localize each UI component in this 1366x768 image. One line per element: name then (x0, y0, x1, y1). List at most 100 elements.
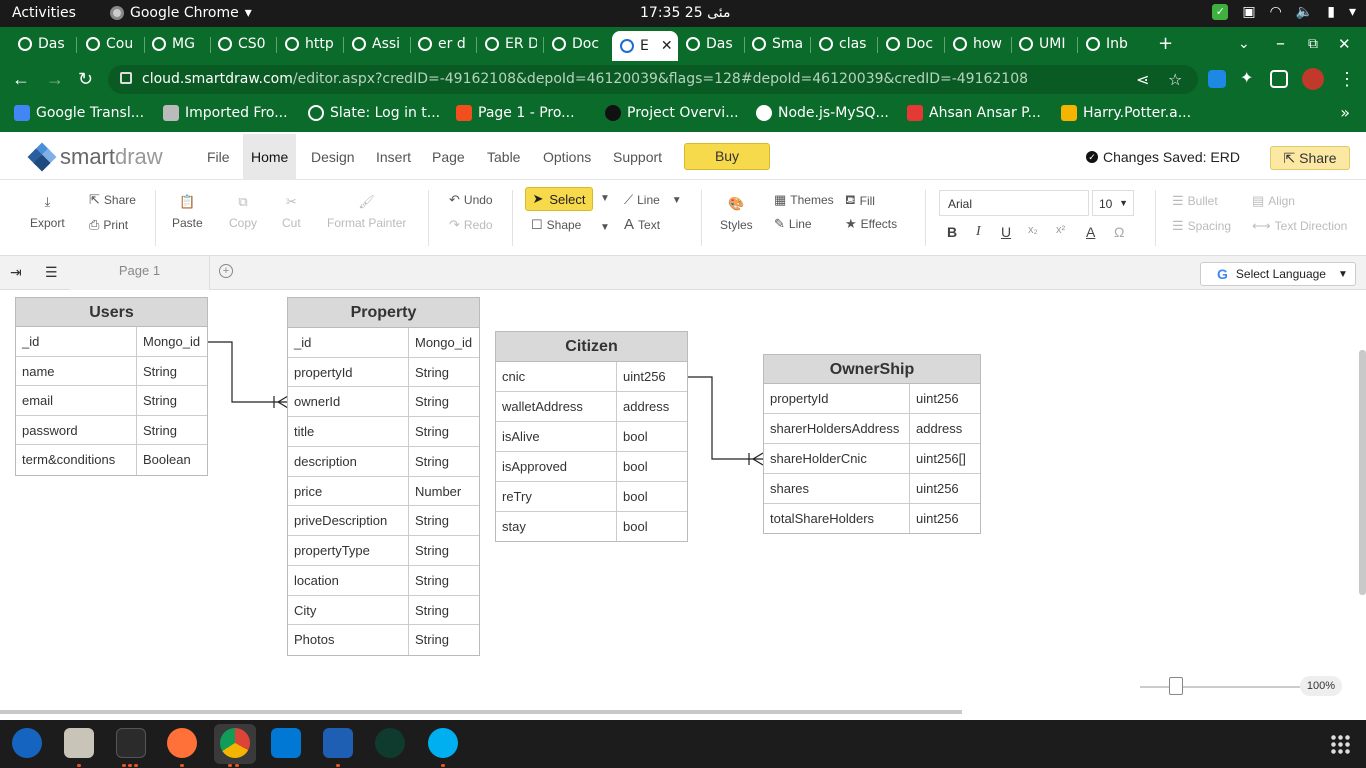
buy-button[interactable]: Buy (684, 143, 770, 170)
table-row[interactable]: shares uint256 (764, 474, 980, 504)
text-direction-button[interactable]: ⟷ Text Direction (1252, 218, 1347, 234)
themes-button[interactable]: ▦ Themes (774, 192, 834, 208)
browser-tab[interactable]: ER D (485, 33, 537, 55)
table-row[interactable]: City String (288, 596, 479, 625)
vertical-scrollbar[interactable] (1359, 350, 1366, 595)
table-row[interactable]: reTry bool (496, 482, 687, 512)
table-row[interactable]: shareHolderCnic uint256[] (764, 444, 980, 474)
forward-icon[interactable]: → (46, 69, 64, 90)
font-family-select[interactable]: Arial (939, 190, 1089, 216)
bookmark-item[interactable]: Page 1 - Pro... (456, 105, 575, 121)
browser-tab[interactable]: UMI (1019, 33, 1071, 55)
smartdraw-logo[interactable]: smartdraw (27, 142, 163, 172)
bold-icon[interactable]: B (947, 224, 957, 240)
app-menu[interactable]: Google Chrome ▾ (110, 5, 252, 21)
new-tab-icon[interactable]: + (1158, 33, 1173, 54)
system-tray[interactable]: ✓ ▣ ◠ 🔈 ▮ ▾ (1212, 4, 1356, 20)
reload-icon[interactable]: ↻ (78, 69, 93, 90)
table-row[interactable]: ownerId String (288, 387, 479, 417)
superscript-icon[interactable]: x² (1056, 224, 1065, 236)
entity-ownership[interactable]: OwnerShip propertyId uint256 sharerHolder… (763, 354, 981, 534)
share-button[interactable]: ⇱ Share (1270, 146, 1350, 170)
menu-support[interactable]: Support (605, 134, 670, 180)
address-bar[interactable]: cloud.smartdraw.com/editor.aspx?credID=-… (108, 65, 1198, 94)
screenshot-icon[interactable]: ▣ (1242, 4, 1255, 20)
close-tab-icon[interactable]: ✕ (661, 38, 673, 54)
undo-button[interactable]: ↶ Undo (449, 192, 493, 208)
page-list-icon[interactable]: ☰ (45, 264, 58, 281)
format-painter-button[interactable]: 🖌 Format Painter (327, 194, 406, 230)
print-button[interactable]: ⎙ Print (89, 217, 128, 233)
browser-tab[interactable]: MG (152, 33, 204, 55)
shape-dropdown-icon[interactable]: ▼ (600, 222, 610, 233)
files-icon[interactable] (64, 728, 94, 758)
firefox-icon[interactable] (167, 728, 197, 758)
browser-tab[interactable]: Das (18, 33, 70, 55)
copy-button[interactable]: ⧉ Copy (229, 194, 257, 230)
browser-tab[interactable]: Doc (886, 33, 938, 55)
browser-tab[interactable]: er d (418, 33, 470, 55)
menu-file[interactable]: File (199, 134, 238, 180)
italic-icon[interactable]: I (976, 224, 981, 240)
table-row[interactable]: price Number (288, 477, 479, 506)
entity-users[interactable]: Users _id Mongo_id name String email String… (15, 297, 208, 476)
browser-tab[interactable]: Doc (552, 33, 604, 55)
line-style-button[interactable]: ✎ Line (774, 216, 812, 232)
styles-button[interactable]: 🎨 Styles (720, 196, 753, 232)
entity-citizen[interactable]: Citizen cnic uint256 walletAddress address… (495, 331, 688, 542)
table-row[interactable]: isAlive bool (496, 422, 687, 452)
restore-icon[interactable]: ⧉ (1308, 36, 1318, 52)
citizen-ownership-connector[interactable] (688, 376, 763, 460)
browser-tab[interactable]: Inb (1086, 33, 1138, 55)
menu-design[interactable]: Design (303, 134, 363, 180)
eclipse-icon[interactable] (12, 728, 42, 758)
bullet-button[interactable]: ☰ Bullet (1172, 193, 1218, 209)
select-dropdown-icon[interactable]: ▼ (600, 193, 610, 204)
browser-tab-active[interactable]: E ✕ (612, 31, 678, 61)
table-row[interactable]: password String (16, 416, 207, 445)
users-property-connector[interactable] (208, 341, 288, 403)
redo-button[interactable]: ↷ Redo (449, 217, 493, 233)
browser-tab[interactable]: Sma (752, 33, 804, 55)
collapse-panel-icon[interactable]: ⇥ (10, 264, 22, 281)
browser-tab[interactable]: Assi (352, 33, 404, 55)
update-icon[interactable]: ✓ (1212, 4, 1229, 20)
table-row[interactable]: name String (16, 357, 207, 386)
browser-tab[interactable]: Cou (86, 33, 138, 55)
menu-options[interactable]: Options (535, 134, 599, 180)
menu-home[interactable]: Home (243, 134, 297, 180)
paste-button[interactable]: 📋 Paste (172, 194, 203, 230)
line-dropdown-icon[interactable]: ▼ (672, 195, 682, 206)
close-window-icon[interactable]: ✕ (1338, 35, 1351, 53)
extension-icon[interactable] (1208, 70, 1226, 88)
zoom-level[interactable]: 100% (1300, 676, 1342, 696)
avatar[interactable] (1302, 68, 1324, 90)
minimize-icon[interactable]: – (1276, 33, 1285, 54)
fill-button[interactable]: ⛾ Fill (845, 192, 875, 210)
entity-property[interactable]: Property _id Mongo_id propertyId String ow… (287, 297, 480, 656)
table-row[interactable]: location String (288, 566, 479, 596)
table-row[interactable]: description String (288, 447, 479, 477)
side-panel-icon[interactable] (1270, 70, 1288, 88)
table-row[interactable]: sharerHoldersAddress address (764, 414, 980, 444)
skype-icon[interactable] (428, 728, 458, 758)
language-select[interactable]: G Select Language ▼ (1200, 262, 1356, 286)
export-button[interactable]: ⤓ Export (30, 194, 65, 230)
table-row[interactable]: term&conditions Boolean (16, 445, 207, 475)
tab-search-icon[interactable]: ⌄ (1238, 36, 1250, 52)
align-button[interactable]: ▤ Align (1252, 193, 1295, 209)
browser-tab[interactable]: CS0 (218, 33, 270, 55)
zoom-slider-track[interactable] (1140, 686, 1300, 688)
show-apps-icon[interactable] (1330, 734, 1350, 754)
clock[interactable]: 17:35 25 مئی (640, 5, 730, 21)
bookmark-star-icon[interactable]: ☆ (1168, 70, 1182, 89)
browser-tab[interactable]: how (953, 33, 1005, 55)
zoom-slider-handle[interactable] (1169, 677, 1183, 695)
chrome-icon[interactable] (220, 728, 250, 758)
special-character-icon[interactable]: Ω (1114, 224, 1124, 240)
terminal-icon[interactable] (116, 728, 146, 758)
table-row[interactable]: _id Mongo_id (16, 327, 207, 357)
power-menu-icon[interactable]: ▾ (1349, 4, 1356, 20)
add-page-icon[interactable]: + (219, 264, 233, 278)
menu-insert[interactable]: Insert (368, 134, 419, 180)
